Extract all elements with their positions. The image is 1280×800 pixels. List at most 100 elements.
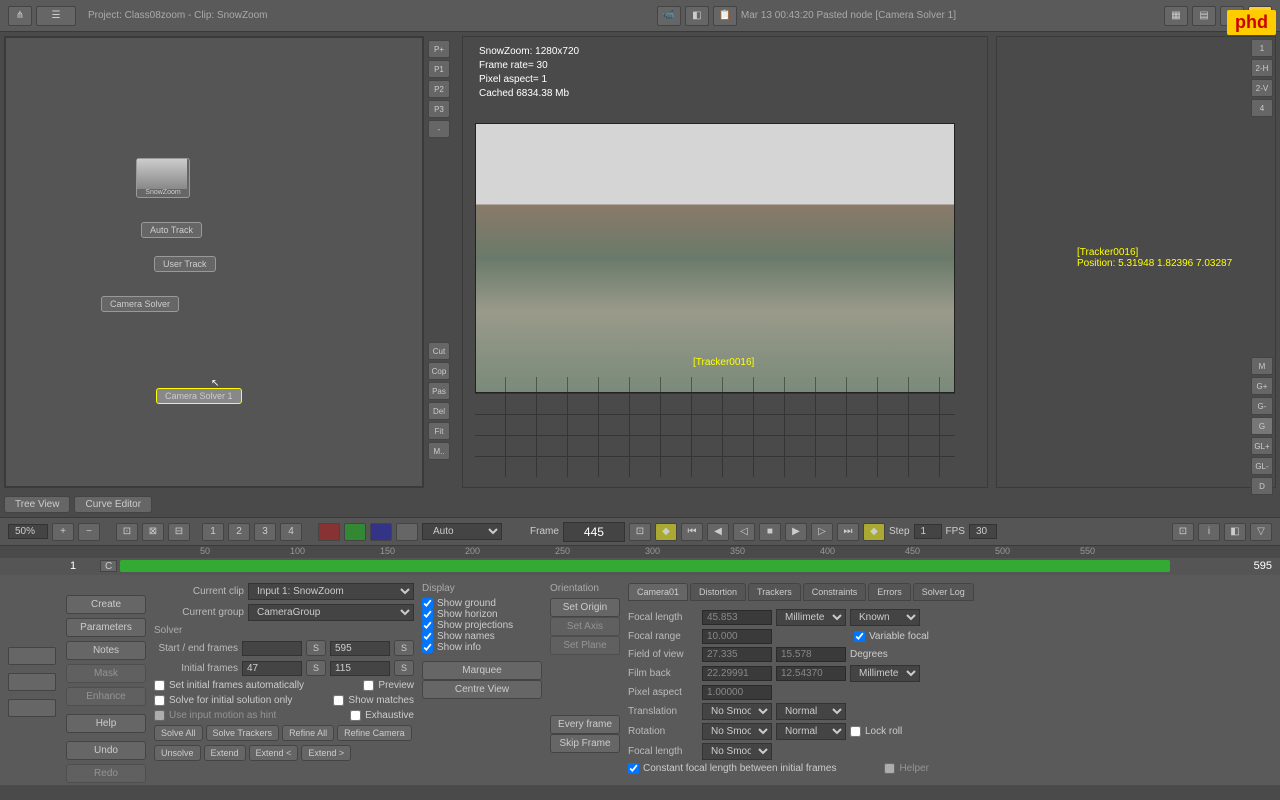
refine-camera-button[interactable]: Refine Camera [337, 725, 412, 741]
notes-button[interactable]: Notes [66, 641, 146, 660]
goto-end-button[interactable]: ⏭ [837, 523, 859, 541]
variable-focal-check[interactable] [854, 631, 865, 642]
fit-button[interactable]: Fit [428, 422, 450, 440]
help-button[interactable]: Help [66, 714, 146, 733]
trans-smooth-select[interactable]: No Smooth [702, 703, 772, 720]
nav2-button[interactable]: ⊠ [142, 523, 164, 541]
cube-icon[interactable]: ◧ [685, 6, 709, 26]
rot-smooth-select[interactable]: No Smooth [702, 723, 772, 740]
layout-2h-button[interactable]: 2-H [1251, 59, 1273, 77]
gminus-button[interactable]: G- [1251, 397, 1273, 415]
glminus-button[interactable]: GL- [1251, 457, 1273, 475]
nav3-button[interactable]: ⊟ [168, 523, 190, 541]
mask-button[interactable]: Mask [66, 664, 146, 683]
preview-check[interactable] [363, 680, 374, 691]
centre-view-button[interactable]: Centre View [422, 680, 542, 699]
mode-select[interactable]: Auto [422, 523, 502, 540]
m-button[interactable]: M.. [428, 442, 450, 460]
p2-button[interactable]: P2 [428, 80, 450, 98]
initial2-input[interactable] [330, 661, 390, 676]
pixel-aspect-input[interactable] [702, 685, 772, 700]
exhaustive-check[interactable] [350, 710, 361, 721]
green-channel-button[interactable] [344, 523, 366, 541]
extend-left-button[interactable]: Extend < [249, 745, 299, 761]
step-fwd-button[interactable]: ▷ [811, 523, 833, 541]
opt1-button[interactable]: ⊡ [1172, 523, 1194, 541]
hint-check[interactable] [154, 710, 165, 721]
timeline-track[interactable]: 50 100 150 200 250 300 350 400 450 500 5… [0, 545, 1280, 575]
initial1-input[interactable] [242, 661, 302, 676]
stop-button[interactable]: ■ [759, 523, 781, 541]
loop-button[interactable]: ⊡ [629, 523, 651, 541]
fb-unit-select[interactable]: Millimeters [850, 665, 920, 682]
m-view-button[interactable]: M [1251, 357, 1273, 375]
redo-button[interactable]: Redo [66, 764, 146, 783]
show-projections-check[interactable] [422, 620, 433, 631]
delete-button[interactable]: Del [428, 402, 450, 420]
solver-log-tab[interactable]: Solver Log [913, 583, 974, 601]
opt3-button[interactable]: ◧ [1224, 523, 1246, 541]
tree-view-tab[interactable]: Tree View [4, 496, 70, 513]
rot-normal-select[interactable]: Normal [776, 723, 846, 740]
camera-icon[interactable]: 📹 [657, 6, 681, 26]
frame-display[interactable]: 445 [563, 522, 625, 542]
known-select[interactable]: Known [850, 609, 920, 626]
p1-button[interactable]: P1 [428, 60, 450, 78]
viewport-3d[interactable]: [Tracker0016] Position: 5.31948 1.82396 … [996, 36, 1276, 488]
prj-icon[interactable] [8, 699, 56, 717]
arrow-icon[interactable] [8, 673, 56, 691]
p-plus-button[interactable]: P+ [428, 40, 450, 58]
refine-all-button[interactable]: Refine All [282, 725, 334, 741]
show-matches-check[interactable] [333, 695, 344, 706]
initial-only-check[interactable] [154, 695, 165, 706]
camsolver1-node[interactable]: Camera Solver 1 [156, 388, 242, 404]
focal-smooth-select[interactable]: No Smooth [702, 743, 772, 760]
c-button[interactable]: C [100, 560, 117, 572]
auto-initial-check[interactable] [154, 680, 165, 691]
blue-channel-button[interactable] [370, 523, 392, 541]
enhance-button[interactable]: Enhance [66, 687, 146, 706]
layout-4-button[interactable]: 4 [1251, 99, 1273, 117]
layout2-icon[interactable]: ▤ [1192, 6, 1216, 26]
current-group-select[interactable]: CameraGroup [248, 604, 414, 621]
start-frame-input[interactable] [242, 641, 302, 656]
s3-button[interactable]: S [306, 660, 326, 676]
zoom-in-button[interactable]: + [52, 523, 74, 541]
glplus-button[interactable]: GL+ [1251, 437, 1273, 455]
distortion-tab[interactable]: Distortion [690, 583, 746, 601]
show-horizon-check[interactable] [422, 609, 433, 620]
alpha-channel-button[interactable] [396, 523, 418, 541]
skip-frame-button[interactable]: Skip Frame [550, 734, 620, 753]
fov1-input[interactable] [702, 647, 772, 662]
tool-node-icon[interactable]: ⋔ [8, 6, 32, 26]
copy-button[interactable]: Cop [428, 362, 450, 380]
p-minus-button[interactable]: - [428, 120, 450, 138]
goto-start-button[interactable]: ⏮ [681, 523, 703, 541]
solve-all-button[interactable]: Solve All [154, 725, 203, 741]
p3-button[interactable]: P3 [428, 100, 450, 118]
layout-1-button[interactable]: 1 [1251, 39, 1273, 57]
autotrack-node[interactable]: Auto Track [141, 222, 202, 238]
timeline-bar[interactable] [120, 560, 1170, 572]
constraints-tab[interactable]: Constraints [803, 583, 867, 601]
extend-right-button[interactable]: Extend > [301, 745, 351, 761]
set-origin-button[interactable]: Set Origin [550, 598, 620, 617]
extend-button[interactable]: Extend [204, 745, 246, 761]
create-button[interactable]: Create [66, 595, 146, 614]
fb2-input[interactable] [776, 666, 846, 681]
key-button[interactable]: ◆ [655, 523, 677, 541]
layout-2v-button[interactable]: 2-V [1251, 79, 1273, 97]
marquee-button[interactable]: Marquee [422, 661, 542, 680]
focal-range-input[interactable] [702, 629, 772, 644]
d-button[interactable]: D [1251, 477, 1273, 495]
opt4-button[interactable]: ▽ [1250, 523, 1272, 541]
s1-button[interactable]: S [306, 640, 326, 656]
curve-editor-tab[interactable]: Curve Editor [74, 496, 152, 513]
fov2-input[interactable] [776, 647, 846, 662]
fps-field[interactable] [969, 524, 997, 539]
tool-list-icon[interactable]: ☰ [36, 6, 76, 26]
focal-length-input[interactable] [702, 610, 772, 625]
copy-icon[interactable]: 📋 [713, 6, 737, 26]
trans-normal-select[interactable]: Normal [776, 703, 846, 720]
s2-button[interactable]: S [394, 640, 414, 656]
